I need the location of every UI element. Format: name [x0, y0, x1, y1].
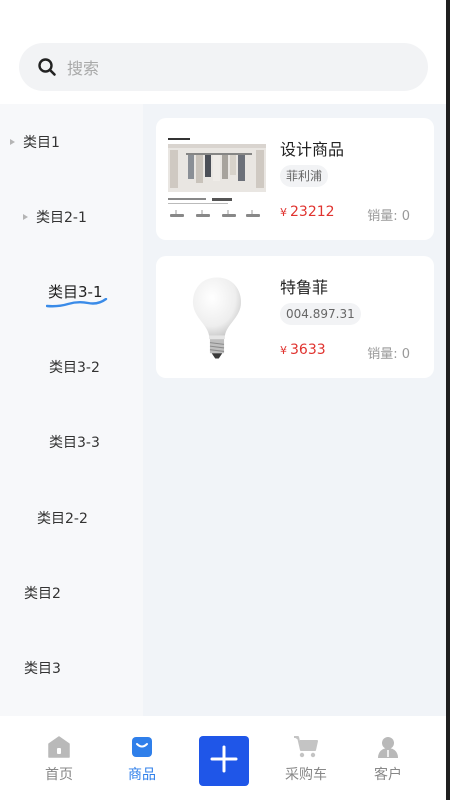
product-image-light-bulb	[166, 274, 268, 362]
home-icon	[46, 735, 72, 759]
tab-cart[interactable]: 采购车	[266, 716, 346, 800]
category-item-3-3[interactable]: 类目3-3	[0, 404, 143, 479]
tab-label: 客户	[374, 767, 402, 783]
product-price: ¥3633	[280, 342, 326, 358]
tab-products[interactable]: 商品	[102, 716, 182, 800]
add-button[interactable]	[199, 736, 249, 786]
product-card[interactable]: 设计商品 菲利浦 ¥23212 销量: 0	[156, 118, 434, 240]
category-label: 类目2-1	[36, 209, 87, 226]
category-label-active: 类目3-1	[46, 281, 108, 308]
category-item-3-2[interactable]: 类目3-2	[0, 329, 143, 404]
tab-home[interactable]: 首页	[19, 716, 99, 800]
category-item-1[interactable]: 类目1	[0, 104, 143, 179]
collapse-arrow-icon	[10, 138, 15, 145]
product-tag: 菲利浦	[280, 165, 329, 187]
category-item-2[interactable]: 类目2	[0, 555, 143, 630]
category-label: 类目3-2	[49, 359, 100, 376]
product-title: 特鲁菲	[280, 278, 329, 297]
product-card[interactable]: 特鲁菲 004.897.31 ¥3633 销量: 0	[156, 256, 434, 378]
product-tag: 004.897.31	[280, 303, 361, 325]
collapse-arrow-icon	[23, 213, 28, 220]
product-image-clothes-rack	[166, 136, 268, 224]
category-item-3[interactable]: 类目3	[0, 630, 143, 705]
cart-icon	[293, 735, 319, 759]
search-placeholder: 搜索	[67, 59, 100, 78]
window-edge	[446, 0, 450, 800]
category-label: 类目3-3	[49, 434, 100, 451]
person-icon	[375, 735, 401, 759]
plus-icon	[209, 744, 239, 778]
search-icon	[37, 57, 57, 77]
category-item-3-1[interactable]: 类目3-1	[0, 254, 143, 329]
tab-label: 商品	[128, 767, 156, 783]
currency-symbol: ¥	[280, 344, 287, 357]
tab-customers[interactable]: 客户	[348, 716, 428, 800]
bottom-tab-bar: 首页 商品 采购车 客户	[0, 716, 446, 800]
currency-symbol: ¥	[280, 206, 287, 219]
category-item-2-1[interactable]: 类目2-1	[0, 179, 143, 254]
category-label: 类目1	[23, 134, 60, 151]
search-input[interactable]: 搜索	[19, 43, 428, 91]
price-value: 23212	[290, 204, 335, 220]
category-sidebar: 类目1 类目2-1 类目3-1 类目3-2 类目3-3 类目2-2 类目2 类目…	[0, 104, 143, 716]
category-label: 类目2-2	[37, 510, 88, 527]
active-underline-icon	[46, 298, 108, 308]
search-header: 搜索	[0, 0, 446, 104]
price-value: 3633	[290, 342, 326, 358]
tab-label: 采购车	[285, 767, 327, 783]
category-item-2-2[interactable]: 类目2-2	[0, 480, 143, 555]
product-sales: 销量: 0	[367, 347, 410, 362]
category-label: 类目2	[24, 585, 61, 602]
tab-label: 首页	[45, 767, 73, 783]
product-list: 设计商品 菲利浦 ¥23212 销量: 0 特鲁菲 004.897.31 ¥ 3…	[143, 104, 446, 716]
product-price: ¥23212	[280, 204, 335, 220]
product-title: 设计商品	[280, 140, 345, 159]
category-label: 类目3	[24, 660, 61, 677]
product-sales: 销量: 0	[367, 209, 410, 224]
bag-icon	[129, 735, 155, 759]
